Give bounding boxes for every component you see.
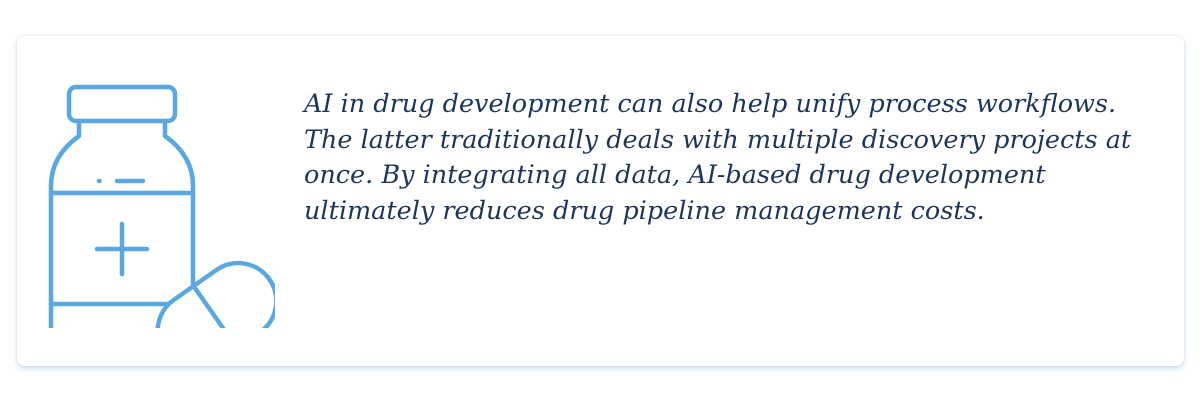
medicine-bottle-and-capsule-icon (47, 84, 275, 328)
info-card: AI in drug development can also help uni… (17, 36, 1184, 366)
description-text: AI in drug development can also help uni… (304, 89, 1132, 226)
